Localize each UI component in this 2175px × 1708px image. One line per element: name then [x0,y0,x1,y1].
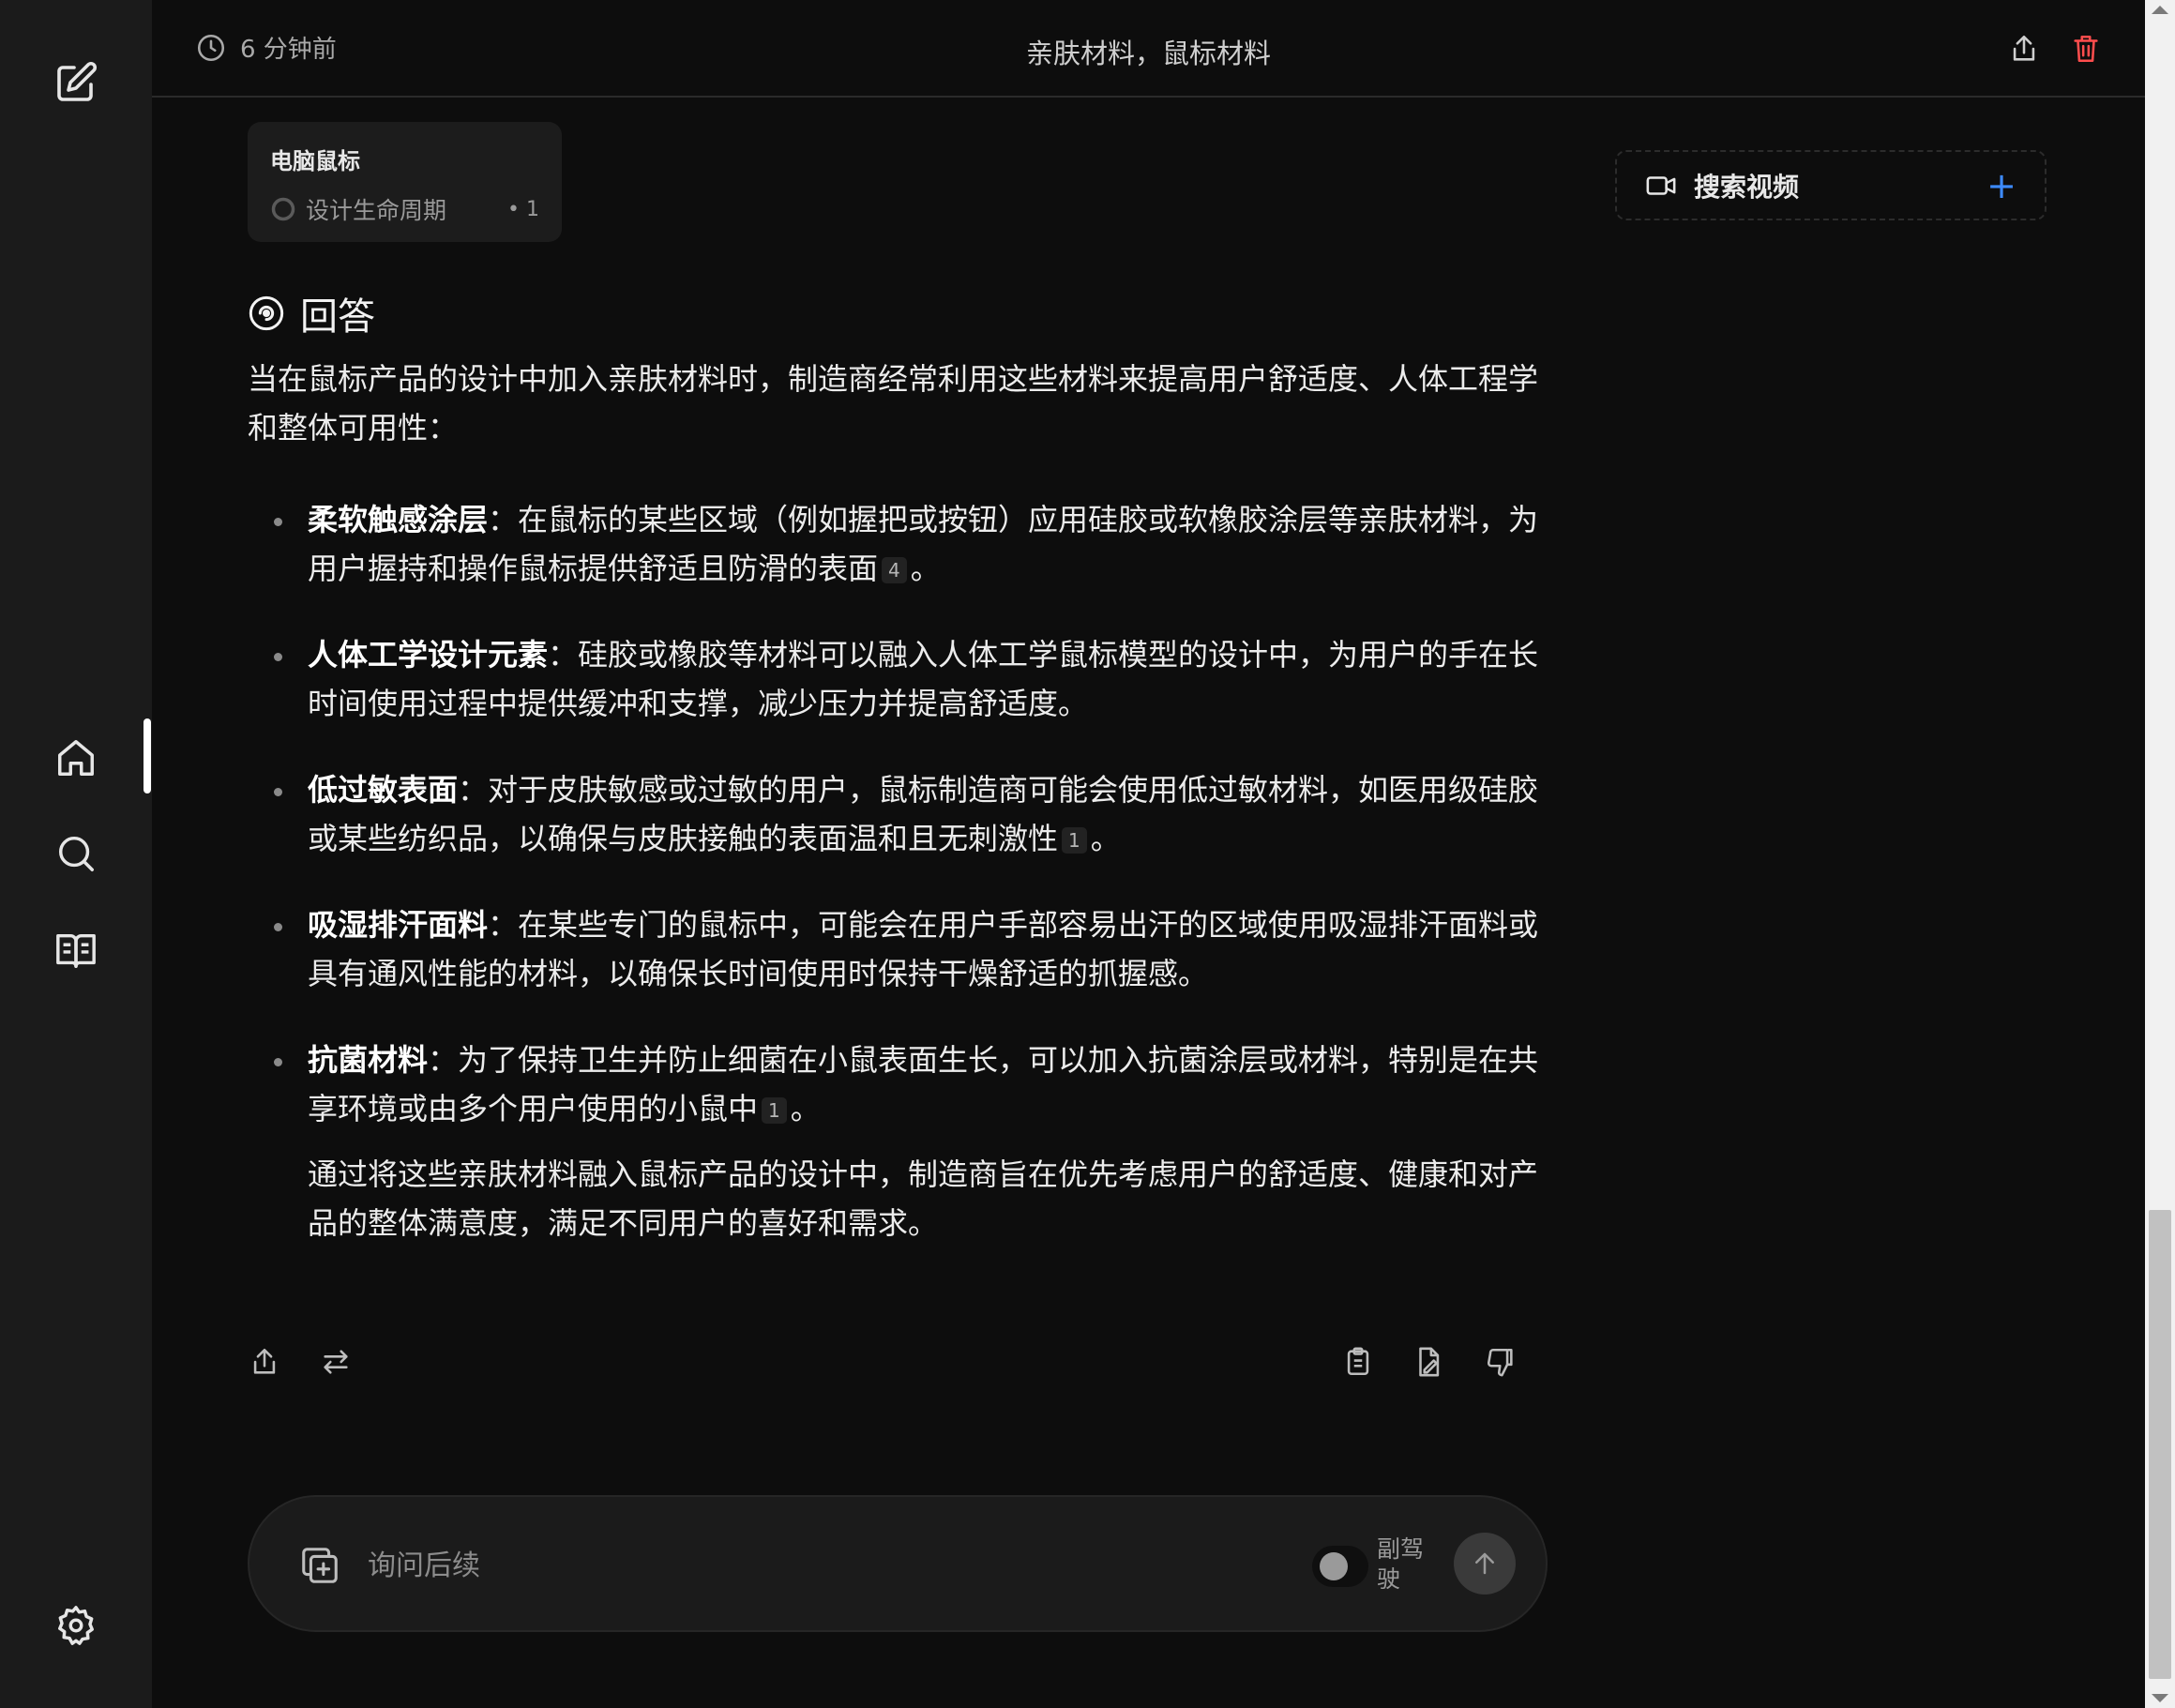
share-thread-button[interactable] [2003,28,2045,69]
toggle-knob [1320,1552,1348,1580]
answer-intro: 当在鼠标产品的设计中加入亲肤材料时，制造商经常利用这些材料来提高用户舒适度、人体… [248,361,1539,446]
follow-up-input[interactable] [368,1542,1212,1589]
rewrite-icon [324,1350,348,1374]
list-item-end: 。 [790,1091,821,1126]
loading-circle-icon [271,197,295,221]
nav-library[interactable] [46,920,106,980]
source-item: 设计生命周期 [306,197,447,224]
list-item-end: 。 [1090,821,1121,856]
list-item-title: 抗菌材料 [308,1042,429,1078]
list-item: 低过敏表面：对于皮肤敏感或过敏的用户，鼠标制造商可能会使用低过敏材料，如医用级硅… [274,765,1542,863]
scrollbar-thumb[interactable] [2149,1210,2171,1679]
list-item: 人体工学设计元素：硅胶或橡胶等材料可以融入人体工学鼠标模型的设计中，为用户的手在… [274,630,1542,728]
scroll-down-arrow[interactable] [2152,1694,2168,1702]
answer-body: 当在鼠标产品的设计中加入亲肤材料时，制造商经常利用这些材料来提高用户舒适度、人体… [248,355,1542,1247]
delete-thread-button[interactable] [2065,28,2107,69]
list-item-title: 低过敏表面 [308,772,459,808]
share-icon [2013,35,2035,61]
add-icon: + [1986,164,2016,206]
video-camera-icon [1646,175,1676,195]
list-item-text: ：对于皮肤敏感或过敏的用户，鼠标制造商可能会使用低过敏材料，如医用级硅胶或某些纺… [308,772,1539,856]
new-thread-button[interactable] [46,53,106,113]
scroll-up-arrow[interactable] [2152,6,2168,14]
answer-summary: 通过将这些亲肤材料融入鼠标产品的设计中，制造商旨在优先考虑用户的舒适度、健康和对… [308,1156,1539,1241]
list-item: 抗菌材料：为了保持卫生并防止细菌在小鼠表面生长，可以加入抗菌涂层或材料，特别是在… [274,1035,1542,1133]
list-item-title: 人体工学设计元素 [308,637,549,673]
answer-heading: 回答 [248,286,375,340]
list-item-text: ：为了保持卫生并防止细菌在小鼠表面生长，可以加入抗菌涂层或材料，特别是在共享环境… [308,1042,1539,1126]
top-bar: 6 分钟前 亲肤材料，鼠标材料 [152,0,2145,98]
answer-title: 回答 [300,295,375,339]
nav-search[interactable] [46,824,106,884]
share-answer-button[interactable] [240,1338,289,1386]
trash-icon [2074,35,2098,63]
answer-icon [249,295,284,331]
source-card[interactable]: 电脑鼠标 设计生命周期 • 1 [248,122,562,242]
edit-icon [1419,1347,1440,1377]
share-icon [253,1348,276,1374]
rewrite-button[interactable] [311,1338,360,1386]
source-title: 电脑鼠标 [270,148,360,174]
follow-up-bar: 副驾驶 [248,1495,1548,1632]
settings-icon [58,1606,94,1645]
new-thread-icon [57,61,98,101]
copilot-label: 副驾驶 [1377,1535,1425,1593]
thumbs-down-button[interactable] [1476,1338,1525,1386]
thumbs-down-icon [1487,1348,1513,1377]
thread-title: 亲肤材料，鼠标材料 [1025,38,1271,69]
list-item-title: 吸湿排汗面料 [308,907,489,943]
citation-badge[interactable]: 4 [882,557,907,583]
sidebar [0,0,152,1708]
copilot-toggle[interactable] [1312,1546,1368,1587]
search-videos-label: 搜索视频 [1694,171,1800,203]
citation-badge[interactable]: 1 [762,1097,787,1124]
copy-button[interactable] [1334,1338,1382,1386]
copy-icon [1347,1347,1369,1376]
attach-file-icon [302,1548,338,1583]
source-count: • 1 [507,197,539,221]
library-icon [56,933,96,968]
list-item-title: 柔软触感涂层 [308,502,489,537]
list-item: 柔软触感涂层：在鼠标的某些区域（例如握把或按钮）应用硅胶或软橡胶涂层等亲肤材料，… [274,495,1542,593]
arrow-up-icon [1475,1552,1494,1575]
list-item: 吸湿排汗面料：在某些专门的鼠标中，可能会在用户手部容易出汗的区域使用吸湿排汗面料… [274,900,1542,998]
settings-button[interactable] [46,1595,106,1655]
list-item-text: ：在某些专门的鼠标中，可能会在用户手部容易出汗的区域使用吸湿排汗面料或具有通风性… [308,907,1539,991]
search-videos-button[interactable]: 搜索视频 + [1615,150,2047,220]
search-icon [58,836,94,871]
edit-button[interactable] [1404,1338,1453,1386]
citation-badge[interactable]: 1 [1062,827,1087,854]
nav-home[interactable] [46,728,106,788]
list-item-end: 。 [910,551,941,586]
home-icon [58,740,94,776]
send-button[interactable] [1454,1533,1516,1595]
source-row: 设计生命周期 • 1 [270,192,539,226]
nav-active-indicator [143,718,151,794]
answer-list: 柔软触感涂层：在鼠标的某些区域（例如握把或按钮）应用硅胶或软橡胶涂层等亲肤材料，… [248,495,1542,1133]
attach-button[interactable] [295,1540,345,1591]
